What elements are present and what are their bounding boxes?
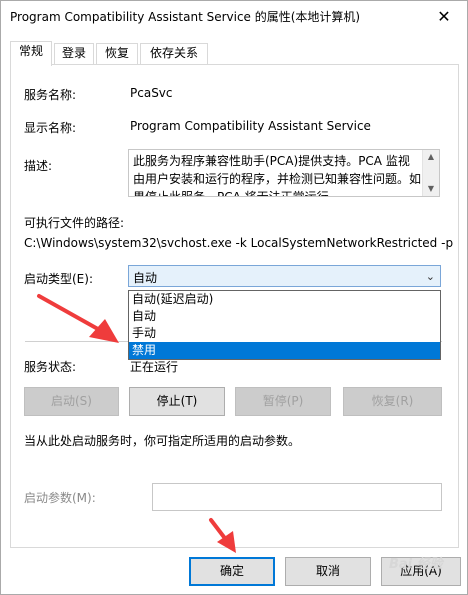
title-bar[interactable]: Program Compatibility Assistant Service … (1, 1, 467, 31)
pause-button[interactable]: 暂停(P) (235, 387, 331, 416)
display-name-value: Program Compatibility Assistant Service (130, 119, 371, 133)
service-status-value: 正在运行 (130, 360, 179, 374)
stop-button[interactable]: 停止(T) (129, 387, 225, 416)
watermark: Bai 经验 (389, 557, 443, 572)
close-button[interactable]: ✕ (421, 1, 467, 31)
window-title: Program Compatibility Assistant Service … (10, 10, 361, 24)
tab-dependencies[interactable]: 依存关系 (140, 43, 208, 64)
startup-type-select[interactable]: 自动 ⌄ (128, 265, 441, 287)
tab-logon[interactable]: 登录 (54, 43, 94, 64)
start-params-label: 启动参数(M): (24, 491, 96, 505)
option-manual[interactable]: 手动 (129, 325, 440, 342)
description-box[interactable]: 此服务为程序兼容性助手(PCA)提供支持。PCA 监视由用户安装和运行的程序，并… (128, 149, 440, 197)
option-auto-delayed[interactable]: 自动(延迟启动) (129, 291, 440, 308)
start-button[interactable]: 启动(S) (24, 387, 119, 416)
ok-button[interactable]: 确定 (189, 557, 275, 586)
startup-type-value: 自动 (133, 271, 158, 285)
scroll-up-icon[interactable]: ▲ (423, 150, 439, 164)
exe-path-label: 可执行文件的路径: (24, 216, 125, 230)
option-disabled[interactable]: 禁用 (129, 342, 440, 359)
start-params-input[interactable] (152, 483, 442, 511)
resume-button[interactable]: 恢复(R) (343, 387, 442, 416)
description-label: 描述: (24, 159, 53, 173)
option-auto[interactable]: 自动 (129, 308, 440, 325)
description-text: 此服务为程序兼容性助手(PCA)提供支持。PCA 监视由用户安装和运行的程序，并… (133, 154, 422, 197)
service-name-label: 服务名称: (24, 88, 77, 102)
close-icon: ✕ (437, 6, 451, 26)
properties-dialog: Program Compatibility Assistant Service … (0, 0, 468, 595)
tab-recovery[interactable]: 恢复 (96, 43, 138, 64)
service-status-label: 服务状态: (24, 360, 77, 374)
service-name-value: PcaSvc (130, 86, 173, 100)
scroll-down-icon[interactable]: ▼ (423, 182, 439, 196)
cancel-button[interactable]: 取消 (285, 557, 371, 586)
display-name-label: 显示名称: (24, 121, 77, 135)
tab-general[interactable]: 常规 (10, 41, 52, 66)
chevron-down-icon: ⌄ (425, 270, 435, 283)
hint-text: 当从此处启动服务时，你可指定所适用的启动参数。 (24, 434, 301, 448)
description-scrollbar[interactable]: ▲ ▼ (422, 150, 439, 196)
startup-type-dropdown: 自动(延迟启动) 自动 手动 禁用 (128, 290, 441, 360)
exe-path-value: C:\Windows\system32\svchost.exe -k Local… (24, 236, 454, 250)
startup-type-label: 启动类型(E): (24, 272, 93, 286)
